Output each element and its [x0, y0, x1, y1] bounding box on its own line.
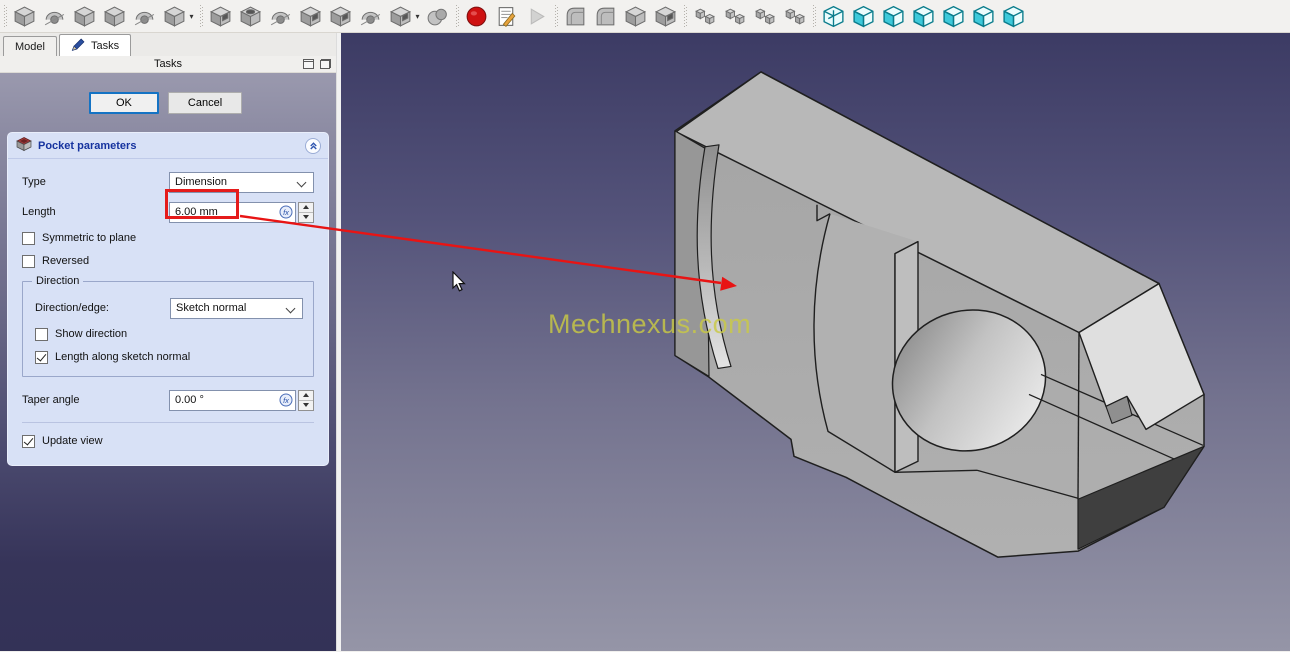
- toolbar-group: [682, 0, 811, 32]
- taper-spinner: [298, 389, 314, 411]
- toolbar-group: [553, 0, 682, 32]
- show-direction-label: Show direction: [55, 328, 128, 340]
- pocket-icon[interactable]: [205, 2, 235, 30]
- toolbar-group: [454, 0, 553, 32]
- cad-model[interactable]: [341, 33, 1290, 651]
- dock-title-text: Tasks: [153, 58, 183, 70]
- rear-view-icon[interactable]: [938, 2, 968, 30]
- direction-edge-value: Sketch normal: [176, 302, 247, 314]
- direction-groupbox: Direction Direction/edge: Sketch normal …: [22, 275, 314, 377]
- dropdown-arrow-icon[interactable]: ▾: [413, 12, 422, 21]
- panel-title: Pocket parameters: [38, 139, 137, 152]
- taper-angle-label: Taper angle: [22, 394, 80, 406]
- update-view-checkbox[interactable]: [22, 434, 35, 448]
- update-view-label: Update view: [42, 435, 103, 447]
- pocket-parameters-panel: Pocket parameters Type Dimension Length …: [7, 132, 329, 466]
- taper-angle-value: 0.00 °: [175, 394, 204, 406]
- taper-angle-input[interactable]: 0.00 ° fx: [169, 389, 296, 411]
- record-macro-icon[interactable]: [461, 2, 491, 30]
- reversed-checkbox[interactable]: [22, 254, 35, 268]
- svg-text:fx: fx: [283, 396, 289, 405]
- boolean-operation-icon[interactable]: [422, 2, 452, 30]
- combo-view-pane: Model Tasks Tasks OK Cancel Pocket param…: [0, 33, 336, 651]
- taper-spin-down[interactable]: [299, 399, 313, 410]
- expression-icon[interactable]: fx: [279, 393, 293, 407]
- length-spinner: [298, 201, 314, 223]
- multitransform-icon[interactable]: [779, 2, 809, 30]
- tasks-dock-titlebar: Tasks: [0, 56, 336, 73]
- chamfer-icon[interactable]: [590, 2, 620, 30]
- freecad-window: { "toolbar": { "groups": [ { "icons": [ …: [0, 0, 1290, 652]
- symmetric-checkbox[interactable]: [22, 231, 35, 245]
- svg-text:fx: fx: [283, 208, 289, 217]
- right-view-icon[interactable]: [908, 2, 938, 30]
- linear-pattern-icon[interactable]: [719, 2, 749, 30]
- macros-dialog-icon[interactable]: [491, 2, 521, 30]
- expression-icon[interactable]: fx: [279, 205, 293, 219]
- bottom-view-icon[interactable]: [968, 2, 998, 30]
- pocket-parameters-header[interactable]: Pocket parameters: [8, 133, 328, 159]
- collapse-panel-button[interactable]: [305, 137, 321, 154]
- 3d-viewport[interactable]: Mechnexus.com: [341, 33, 1290, 651]
- direction-group-label: Direction: [32, 275, 84, 287]
- mirrored-icon[interactable]: [689, 2, 719, 30]
- draft-icon[interactable]: [620, 2, 650, 30]
- ok-button[interactable]: OK: [89, 92, 159, 114]
- float-button-icon[interactable]: [320, 59, 331, 69]
- thickness-icon[interactable]: [650, 2, 680, 30]
- length-along-label: Length along sketch normal: [55, 351, 191, 363]
- length-spin-down[interactable]: [299, 211, 313, 222]
- length-label: Length: [22, 206, 56, 218]
- dock-button-icon[interactable]: [303, 59, 314, 69]
- length-along-checkbox[interactable]: [35, 350, 48, 364]
- direction-edge-dropdown[interactable]: Sketch normal: [170, 297, 303, 319]
- length-spin-up[interactable]: [299, 202, 313, 212]
- cancel-button[interactable]: Cancel: [167, 92, 243, 114]
- symmetric-label: Symmetric to plane: [42, 232, 137, 244]
- watermark: Mechnexus.com: [548, 309, 752, 339]
- subtractive-primitive-icon[interactable]: [385, 2, 415, 30]
- type-label: Type: [22, 176, 46, 188]
- dropdown-arrow-icon[interactable]: ▾: [187, 12, 196, 21]
- groove-icon[interactable]: [265, 2, 295, 30]
- reversed-label: Reversed: [42, 255, 90, 267]
- additive-loft-icon[interactable]: [69, 2, 99, 30]
- mouse-cursor-icon: [452, 271, 466, 292]
- toolbar-group: ▾: [2, 0, 198, 32]
- type-value: Dimension: [175, 176, 227, 188]
- pencil-icon: [71, 37, 86, 55]
- panel-divider: [22, 422, 314, 423]
- main-toolbar: ▾ ▾: [0, 0, 1290, 33]
- toolbar-group: ▾: [198, 0, 454, 32]
- taper-spin-up[interactable]: [299, 390, 313, 400]
- subtractive-loft-icon[interactable]: [295, 2, 325, 30]
- pocket-icon: [16, 136, 32, 155]
- additive-helix-icon[interactable]: [129, 2, 159, 30]
- execute-macro-icon[interactable]: [521, 2, 551, 30]
- additive-pipe-icon[interactable]: [99, 2, 129, 30]
- axonometric-view-icon[interactable]: [818, 2, 848, 30]
- subtractive-pipe-icon[interactable]: [325, 2, 355, 30]
- tab-model[interactable]: Model: [3, 36, 57, 56]
- length-highlight-box: [165, 189, 239, 219]
- show-direction-checkbox[interactable]: [35, 327, 48, 341]
- top-view-icon[interactable]: [878, 2, 908, 30]
- additive-primitive-icon[interactable]: [159, 2, 189, 30]
- task-panel-area: OK Cancel Pocket parameters Type Dimensi…: [0, 73, 336, 651]
- hole-icon[interactable]: [235, 2, 265, 30]
- tab-tasks[interactable]: Tasks: [58, 34, 132, 56]
- front-view-icon[interactable]: [848, 2, 878, 30]
- pad-icon[interactable]: [9, 2, 39, 30]
- fillet-icon[interactable]: [560, 2, 590, 30]
- tab-tasks-label: Tasks: [90, 39, 120, 52]
- polar-pattern-icon[interactable]: [749, 2, 779, 30]
- toolbar-group: [811, 0, 1030, 32]
- combo-view-tabs: Model Tasks: [0, 33, 336, 56]
- revolution-icon[interactable]: [39, 2, 69, 30]
- left-view-icon[interactable]: [998, 2, 1028, 30]
- direction-edge-label: Direction/edge:: [35, 302, 109, 314]
- tab-model-label: Model: [15, 40, 45, 53]
- subtractive-helix-icon[interactable]: [355, 2, 385, 30]
